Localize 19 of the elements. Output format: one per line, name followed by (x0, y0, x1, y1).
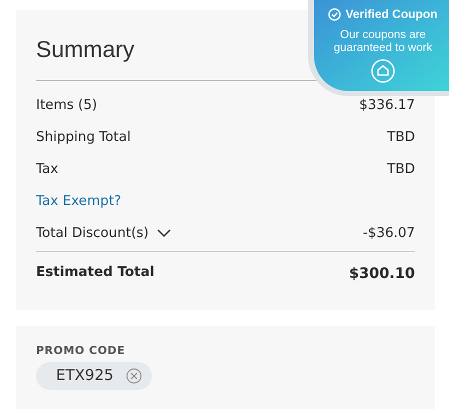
row-value: TBD (387, 128, 415, 147)
check-circle-icon (328, 8, 342, 20)
promo-code: ETX925 (56, 365, 114, 386)
discount-value: -$36.07 (362, 224, 415, 243)
total-value: $300.10 (348, 265, 415, 284)
row-value: $336.17 (359, 96, 415, 115)
summary-title: Summary (36, 35, 134, 64)
remove-code-button[interactable] (126, 368, 142, 384)
badge-text: Our coupons are guaranteed to work (332, 29, 434, 55)
row-label: Tax (36, 160, 58, 179)
total-label: Estimated Total (36, 262, 154, 282)
tax-exempt-link[interactable]: Tax Exempt? (36, 190, 122, 212)
row-label: Items (5) (36, 96, 98, 115)
row-label: Shipping Total (36, 128, 131, 147)
house-icon (371, 59, 395, 83)
promo-heading: PROMO CODE (36, 343, 126, 359)
discount-toggle[interactable]: Total Discount(s) (36, 222, 171, 244)
badge-title: Verified Coupon (345, 6, 438, 23)
row-value: TBD (387, 160, 415, 179)
